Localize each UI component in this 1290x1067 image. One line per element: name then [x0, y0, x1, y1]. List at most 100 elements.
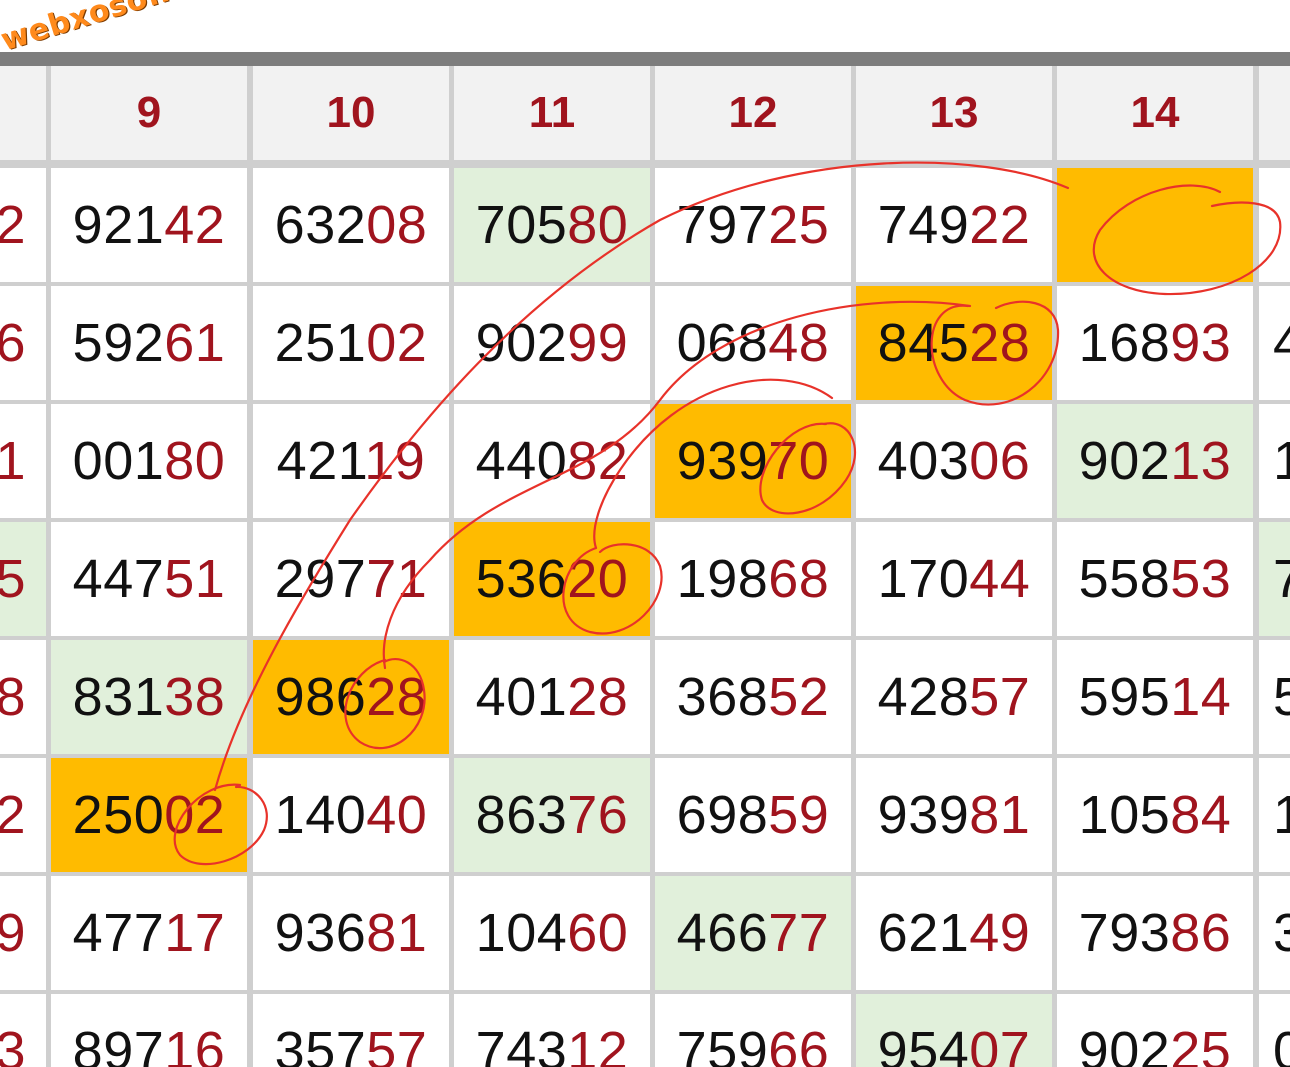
watermark-logo: webxoso.net: [0, 0, 219, 59]
column-header: 9: [51, 66, 247, 160]
left-partial-cell: 2: [0, 758, 46, 872]
cell-number: 93981: [877, 785, 1031, 845]
result-cell: 90299: [454, 286, 650, 400]
cell-number: 10584: [1078, 785, 1232, 845]
result-cell: 36852: [655, 640, 851, 754]
cell-number: 14040: [274, 785, 428, 845]
cell-number: 79725: [676, 195, 830, 255]
result-cell: 00180: [51, 404, 247, 518]
cell-number: 6: [0, 313, 26, 373]
cell-number: 53620: [475, 549, 629, 609]
result-cell: 75966: [655, 994, 851, 1067]
result-cell: 70580: [454, 168, 650, 282]
cell-number: 40128: [475, 667, 629, 727]
cell-number: 5: [0, 549, 26, 609]
left-partial-cell: 8: [0, 640, 46, 754]
cell-number: 1: [1273, 431, 1290, 491]
result-cell: 59261: [51, 286, 247, 400]
cell-number: 69859: [676, 785, 830, 845]
result-cell: 44082: [454, 404, 650, 518]
cell-number: 36852: [676, 667, 830, 727]
cell-number: 29771: [274, 549, 428, 609]
result-cell: 44751: [51, 522, 247, 636]
right-partial-cell: 1: [1259, 404, 1290, 518]
cell-number: 25002: [72, 785, 226, 845]
result-cell: 42857: [856, 640, 1052, 754]
result-cell: 95407: [856, 994, 1052, 1067]
result-cell: 74312: [454, 994, 650, 1067]
results-table: 9 10 11 12 13 14 2 92142 63208 70580 79725 74922 6 59…: [0, 66, 1290, 1067]
result-cell: 47717: [51, 876, 247, 990]
column-header-label: 14: [1130, 88, 1180, 137]
column-header: 12: [655, 66, 851, 160]
cell-number: 47717: [72, 903, 226, 963]
cell-number: 79386: [1078, 903, 1232, 963]
cell-number: 90299: [475, 313, 629, 373]
column-header: [1259, 66, 1290, 160]
cell-number: 75966: [676, 1021, 830, 1067]
cell-number: 06848: [676, 313, 830, 373]
result-cell: 59514: [1057, 640, 1253, 754]
cell-number: 1: [0, 431, 26, 491]
result-cell: 79725: [655, 168, 851, 282]
column-header-label: 10: [326, 88, 376, 137]
cell-number: 89716: [72, 1021, 226, 1067]
cell-number: 59261: [72, 313, 226, 373]
result-cell: 40128: [454, 640, 650, 754]
result-cell: 46677: [655, 876, 851, 990]
left-partial-cell: 6: [0, 286, 46, 400]
cell-number: 8: [0, 667, 26, 727]
column-header-label: 13: [929, 88, 979, 137]
cell-number: 5: [1273, 667, 1290, 727]
result-cell: 89716: [51, 994, 247, 1067]
result-cell: 25102: [253, 286, 449, 400]
cell-number: 83138: [72, 667, 226, 727]
cell-number: 3: [1273, 903, 1290, 963]
result-cell: 53620: [454, 522, 650, 636]
column-header: 11: [454, 66, 650, 160]
cell-number: 0: [1273, 1021, 1290, 1067]
result-cell: 40306: [856, 404, 1052, 518]
cell-number: 7: [1273, 549, 1290, 609]
cell-number: 35757: [274, 1021, 428, 1067]
table-top-border: [0, 52, 1290, 66]
cell-number: 4: [1273, 313, 1290, 373]
result-cell: 17044: [856, 522, 1052, 636]
left-partial-cell: 1: [0, 404, 46, 518]
result-cell: 93970: [655, 404, 851, 518]
cell-number: 1: [1273, 785, 1290, 845]
cell-number: 44751: [72, 549, 226, 609]
cell-number: 19868: [676, 549, 830, 609]
result-cell: 92142: [51, 168, 247, 282]
cell-number: 63208: [274, 195, 428, 255]
column-header: 10: [253, 66, 449, 160]
result-cell: 84528: [856, 286, 1052, 400]
result-cell: 93981: [856, 758, 1052, 872]
cell-number: 93681: [274, 903, 428, 963]
cell-number: 46677: [676, 903, 830, 963]
cell-number: 42857: [877, 667, 1031, 727]
cell-number: 17044: [877, 549, 1031, 609]
result-cell: 42119: [253, 404, 449, 518]
result-cell: 93681: [253, 876, 449, 990]
cell-number: 70580: [475, 195, 629, 255]
result-cell: 90225: [1057, 994, 1253, 1067]
cell-number: 74312: [475, 1021, 629, 1067]
left-partial-cell: 3: [0, 994, 46, 1067]
result-cell: 10584: [1057, 758, 1253, 872]
right-partial-cell: 0: [1259, 994, 1290, 1067]
column-header: 14: [1057, 66, 1253, 160]
column-header: 13: [856, 66, 1052, 160]
result-cell: 16893: [1057, 286, 1253, 400]
column-header-label: 9: [136, 88, 162, 137]
cell-number: 90225: [1078, 1021, 1232, 1067]
cell-number: 84528: [877, 313, 1031, 373]
cell-number: 86376: [475, 785, 629, 845]
cell-number: 93970: [676, 431, 830, 491]
result-cell: 83138: [51, 640, 247, 754]
result-cell: [1057, 168, 1253, 282]
cell-number: 98628: [274, 667, 428, 727]
cell-number: 40306: [877, 431, 1031, 491]
right-partial-cell: [1259, 168, 1290, 282]
cell-number: 90213: [1078, 431, 1232, 491]
